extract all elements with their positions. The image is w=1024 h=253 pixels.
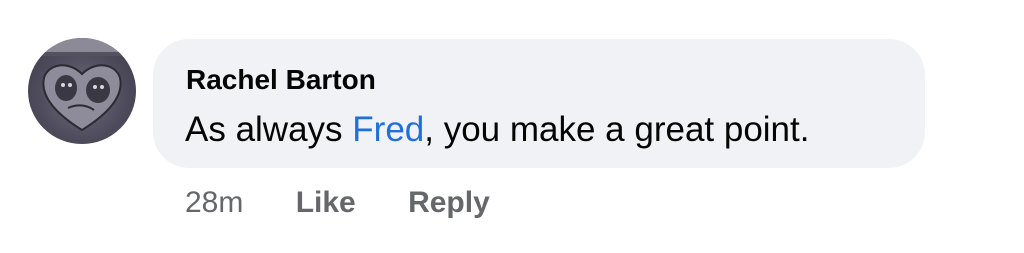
comment-author[interactable]: Rachel Barton <box>186 64 376 96</box>
avatar[interactable] <box>28 38 136 144</box>
comment-text: As always Fred, you make a great point. <box>185 110 809 150</box>
like-button[interactable]: Like <box>296 186 356 220</box>
comment-bubble: Rachel Barton As always Fred, you make a… <box>153 39 925 168</box>
mention-link[interactable]: Fred <box>352 110 424 149</box>
dogs-heart-icon <box>28 38 136 132</box>
timestamp-link[interactable]: 28m <box>185 186 243 220</box>
reply-button[interactable]: Reply <box>408 186 490 220</box>
comment-actions: 28m Like Reply <box>185 186 490 220</box>
comment-text-prefix: As always <box>185 110 353 149</box>
comment-text-suffix: , you make a great point. <box>424 110 810 149</box>
